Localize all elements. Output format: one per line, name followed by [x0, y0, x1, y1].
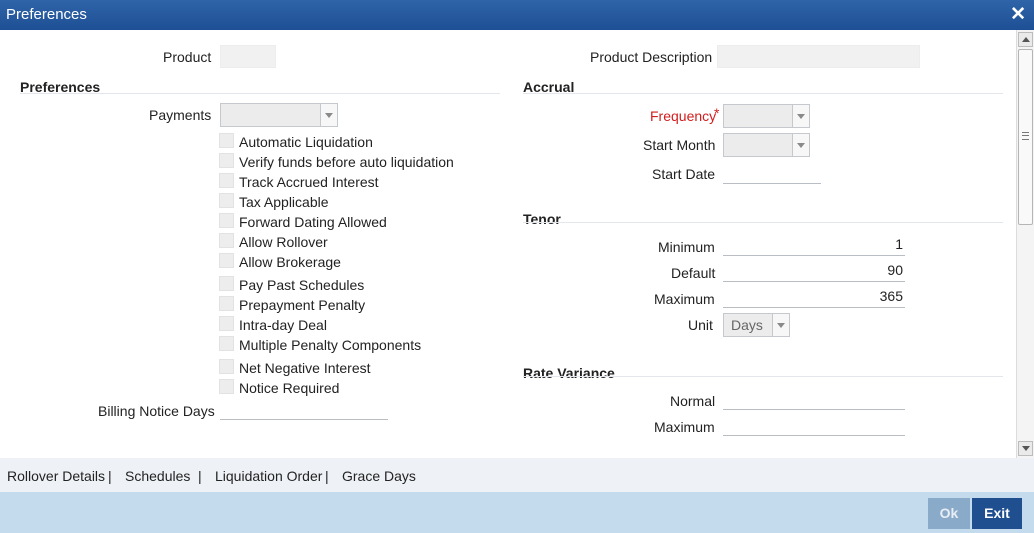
tab-liquidation-order[interactable]: Liquidation Order: [215, 468, 322, 484]
tenor-default-input[interactable]: 90: [723, 259, 905, 282]
tenor-unit-select[interactable]: Days: [723, 313, 790, 337]
product-field[interactable]: [220, 45, 276, 68]
product-description-label: Product Description: [590, 49, 713, 65]
tenor-minimum-input[interactable]: 1: [723, 233, 905, 256]
tenor-unit-select-value: Days: [731, 317, 763, 333]
rate-variance-normal-label: Normal: [670, 393, 716, 409]
ok-button[interactable]: Ok: [928, 498, 970, 529]
checkbox-label: Verify funds before auto liquidation: [239, 154, 454, 170]
tenor-divider: [523, 222, 1003, 223]
start-date-input[interactable]: [723, 161, 821, 184]
scroll-up-icon[interactable]: [1018, 32, 1033, 47]
checkbox-intra-day-deal[interactable]: [219, 316, 234, 331]
preferences-divider: [20, 93, 500, 94]
payments-select[interactable]: [220, 103, 338, 127]
rate-variance-section-title: Rate Variance: [523, 365, 615, 381]
tenor-maximum-input[interactable]: 365: [723, 285, 905, 308]
checkbox-allow-rollover[interactable]: [219, 233, 234, 248]
required-marker: *: [714, 105, 720, 121]
start-month-select[interactable]: [723, 133, 810, 157]
tab-schedules[interactable]: Schedules: [125, 468, 190, 484]
sub-screen-links-bar: Rollover Details | Schedules | Liquidati…: [0, 458, 1034, 492]
accrual-divider: [523, 93, 1003, 94]
tenor-minimum-label: Minimum: [658, 239, 715, 255]
checkbox-automatic-liquidation[interactable]: [219, 133, 234, 148]
checkbox-allow-brokerage[interactable]: [219, 253, 234, 268]
checkbox-label: Allow Rollover: [239, 234, 328, 250]
checkbox-label: Net Negative Interest: [239, 360, 371, 376]
checkbox-label: Multiple Penalty Components: [239, 337, 422, 353]
checkbox-multiple-penalty-components[interactable]: [219, 336, 234, 351]
payments-label: Payments: [149, 107, 212, 123]
billing-notice-days-input[interactable]: [220, 397, 388, 420]
footer-bar: Ok Exit: [0, 492, 1034, 533]
checkbox-label: Pay Past Schedules: [239, 277, 365, 293]
vertical-scrollbar[interactable]: [1016, 30, 1034, 458]
tenor-unit-label: Unit: [688, 317, 713, 333]
rate-variance-normal-input[interactable]: [723, 387, 905, 410]
checkbox-label: Prepayment Penalty: [239, 297, 366, 313]
chevron-down-icon[interactable]: [792, 134, 809, 156]
tab-rollover-details[interactable]: Rollover Details: [7, 468, 105, 484]
preferences-form: Product Product Description Preferences …: [0, 30, 1016, 458]
billing-notice-days-label: Billing Notice Days: [98, 403, 215, 419]
tenor-section-title: Tenor: [523, 211, 561, 227]
rate-variance-maximum-label: Maximum: [654, 419, 715, 435]
checkbox-net-negative-interest[interactable]: [219, 359, 234, 374]
chevron-down-icon[interactable]: [320, 104, 337, 126]
frequency-label: Frequency: [650, 108, 717, 124]
window-title: Preferences: [6, 6, 87, 23]
checkbox-label: Notice Required: [239, 380, 340, 396]
tab-grace-days[interactable]: Grace Days: [342, 468, 416, 484]
exit-button[interactable]: Exit: [972, 498, 1022, 529]
checkbox-notice-required[interactable]: [219, 379, 234, 394]
start-date-label: Start Date: [652, 166, 716, 182]
title-bar: Preferences ✕: [0, 0, 1034, 30]
checkbox-prepayment-penalty[interactable]: [219, 296, 234, 311]
chevron-down-icon[interactable]: [792, 105, 809, 127]
checkbox-track-accrued-interest[interactable]: [219, 173, 234, 188]
tenor-maximum-label: Maximum: [654, 291, 715, 307]
chevron-down-icon[interactable]: [772, 314, 789, 336]
scroll-down-icon[interactable]: [1018, 441, 1033, 456]
tab-separator: |: [198, 468, 202, 484]
checkbox-pay-past-schedules[interactable]: [219, 276, 234, 291]
scrollbar-thumb[interactable]: [1018, 49, 1033, 225]
rate-variance-divider: [523, 376, 1003, 377]
checkbox-label: Track Accrued Interest: [239, 174, 379, 190]
frequency-select[interactable]: [723, 104, 810, 128]
tab-separator: |: [325, 468, 329, 484]
checkbox-forward-dating-allowed[interactable]: [219, 213, 234, 228]
checkbox-label: Allow Brokerage: [239, 254, 341, 270]
checkbox-verify-funds[interactable]: [219, 153, 234, 168]
checkbox-tax-applicable[interactable]: [219, 193, 234, 208]
checkbox-label: Forward Dating Allowed: [239, 214, 387, 230]
close-icon[interactable]: ✕: [1010, 3, 1026, 26]
tenor-default-label: Default: [671, 265, 716, 281]
checkbox-label: Intra-day Deal: [239, 317, 327, 333]
rate-variance-maximum-input[interactable]: [723, 413, 905, 436]
product-description-field[interactable]: [717, 45, 920, 68]
checkbox-label: Automatic Liquidation: [239, 134, 373, 150]
checkbox-label: Tax Applicable: [239, 194, 329, 210]
start-month-label: Start Month: [643, 137, 716, 153]
product-label: Product: [163, 49, 212, 65]
tab-separator: |: [108, 468, 112, 484]
grip-icon: [1022, 132, 1029, 140]
